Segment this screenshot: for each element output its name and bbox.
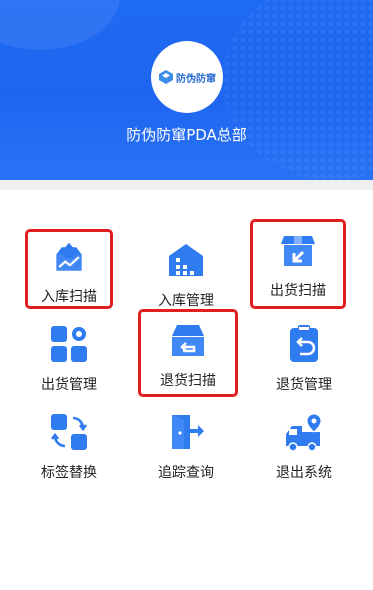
section-divider: [0, 180, 373, 190]
company-logo: 防伪防窜: [151, 41, 223, 113]
app-header: 防伪防窜 防伪防窜PDA总部: [0, 0, 373, 180]
menu-item-label: 出货管理: [41, 377, 97, 393]
menu-item-label: 入库扫描: [41, 289, 97, 305]
logo-cube-icon: [159, 70, 173, 84]
box-outbound-icon: [281, 236, 315, 266]
menu-item-inbound-scan[interactable]: 入库扫描: [25, 229, 113, 309]
menu-item-outbound-manage[interactable]: 出货管理: [14, 316, 124, 400]
company-name: 防伪防窜PDA总部: [126, 126, 247, 144]
menu-item-label-replace[interactable]: 标签替换: [14, 404, 124, 488]
inbox-scan-icon: [56, 242, 82, 271]
menu-item-return-manage[interactable]: 退货管理: [249, 316, 359, 400]
menu-item-track-query[interactable]: 追踪查询: [131, 404, 241, 488]
menu-item-label: 退货管理: [276, 377, 332, 393]
header-pattern: [223, 0, 373, 180]
menu-item-return-scan[interactable]: 退货扫描: [138, 309, 238, 397]
track-exit-door-icon: [172, 415, 204, 449]
warehouse-building-icon: [169, 244, 203, 276]
menu-item-label: 追踪查询: [158, 465, 214, 481]
grid-settings-icon: [51, 326, 87, 362]
logo-text: 防伪防窜: [176, 73, 216, 85]
header-decoration: [0, 0, 120, 50]
menu-item-label: 退出系统: [276, 465, 332, 481]
clipboard-return-icon: [290, 325, 318, 362]
menu-item-label: 标签替换: [41, 465, 97, 481]
swap-tags-icon: [51, 414, 87, 450]
menu-item-exit-system[interactable]: 退出系统: [249, 404, 359, 488]
menu-item-label: 退货扫描: [160, 373, 216, 389]
delivery-truck-location-icon: [286, 413, 322, 452]
box-return-icon: [172, 325, 204, 356]
menu-item-inbound-manage[interactable]: 入库管理: [131, 232, 241, 316]
menu-item-label: 入库管理: [158, 293, 214, 309]
menu-item-outbound-scan[interactable]: 出货扫描: [250, 219, 346, 309]
menu-item-label: 出货扫描: [270, 283, 326, 299]
